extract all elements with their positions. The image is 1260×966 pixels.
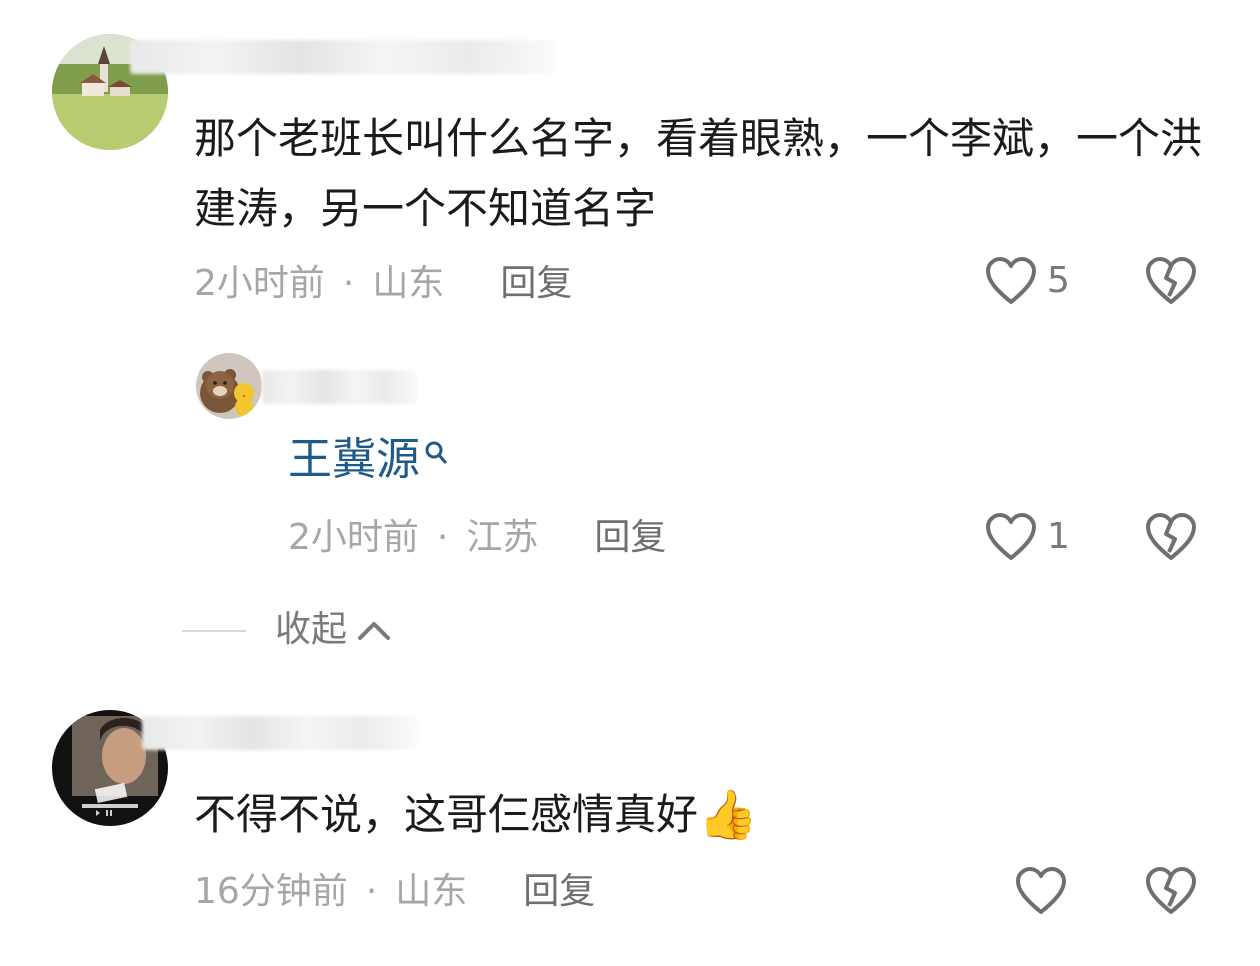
like-button[interactable]: 5 bbox=[985, 256, 1070, 306]
reply-button[interactable]: 回复 bbox=[594, 516, 666, 560]
mention-text: 王冀源 bbox=[288, 434, 420, 485]
comment-text-row: 不得不说，这哥仨感情真好 👍 bbox=[194, 780, 758, 850]
heart-outline-icon bbox=[985, 256, 1037, 306]
broken-heart-icon bbox=[1145, 512, 1197, 562]
reply-button[interactable]: 回复 bbox=[523, 870, 595, 914]
heart-outline-icon bbox=[1015, 866, 1067, 916]
meta-separator: · bbox=[365, 871, 378, 912]
comment-meta: 2小时前 · 江苏 回复 bbox=[288, 516, 666, 560]
broken-heart-icon bbox=[1145, 256, 1197, 306]
bear-avatar-image bbox=[196, 353, 262, 419]
comment-location: 山东 bbox=[395, 871, 468, 912]
meta-separator: · bbox=[342, 263, 355, 304]
like-button[interactable] bbox=[1015, 866, 1067, 916]
reply-button[interactable]: 回复 bbox=[500, 262, 572, 306]
like-button[interactable]: 1 bbox=[985, 512, 1070, 562]
search-icon bbox=[424, 440, 448, 466]
like-count: 1 bbox=[1047, 516, 1070, 557]
collapse-divider bbox=[182, 630, 246, 632]
comment-time: 16分钟前 bbox=[194, 871, 348, 912]
comment-location: 江苏 bbox=[466, 517, 539, 558]
username-obscured[interactable] bbox=[142, 716, 417, 750]
like-count: 5 bbox=[1047, 260, 1070, 301]
collapse-label: 收起 bbox=[275, 609, 348, 650]
comment-text: 不得不说，这哥仨感情真好 bbox=[194, 790, 699, 839]
username-obscured[interactable] bbox=[262, 370, 417, 404]
collapse-button[interactable]: 收起 bbox=[275, 608, 391, 652]
chevron-up-icon bbox=[357, 619, 391, 641]
comment-meta: 2小时前 · 山东 回复 bbox=[194, 262, 572, 306]
username-obscured[interactable] bbox=[130, 40, 555, 74]
comment-location: 山东 bbox=[372, 263, 445, 304]
heart-outline-icon bbox=[985, 512, 1037, 562]
meta-separator: · bbox=[436, 517, 449, 558]
broken-heart-icon bbox=[1145, 866, 1197, 916]
comment-time: 2小时前 bbox=[194, 263, 325, 304]
dislike-button[interactable] bbox=[1145, 256, 1197, 306]
comment-time: 2小时前 bbox=[288, 517, 419, 558]
avatar[interactable] bbox=[196, 353, 262, 419]
dislike-button[interactable] bbox=[1145, 866, 1197, 916]
mention-link[interactable]: 王冀源 bbox=[288, 430, 448, 490]
comment-meta: 16分钟前 · 山东 回复 bbox=[194, 870, 595, 914]
dislike-button[interactable] bbox=[1145, 512, 1197, 562]
comment-text: 那个老班长叫什么名字，看着眼熟，一个李斌，一个洪建涛，另一个不知道名字 bbox=[194, 114, 1203, 233]
thumbs-up-emoji: 👍 bbox=[698, 787, 758, 843]
